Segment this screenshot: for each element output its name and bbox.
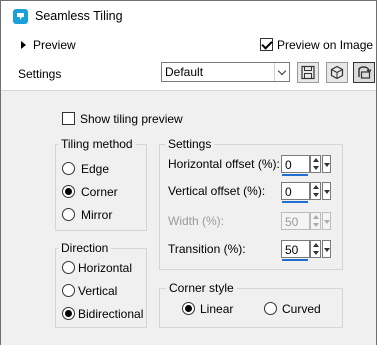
settings-label: Settings (18, 67, 62, 81)
randomize-icon (330, 65, 344, 80)
preview-on-image-label[interactable]: Preview on Image (277, 38, 373, 52)
tiling-edge-radio[interactable] (62, 162, 75, 175)
vertical-offset-input[interactable]: 0 (281, 182, 310, 200)
direction-bidirectional-label[interactable]: Bidirectional (78, 307, 143, 321)
transition-slider[interactable] (282, 259, 308, 261)
horizontal-offset-spinner[interactable] (310, 155, 321, 173)
show-tiling-preview-label[interactable]: Show tiling preview (80, 112, 183, 126)
transition-spinner[interactable] (310, 240, 321, 258)
horizontal-offset-slider[interactable] (282, 174, 308, 176)
expand-triangle-icon[interactable] (21, 41, 26, 49)
save-preset-button[interactable] (297, 62, 319, 83)
width-spinner (310, 212, 321, 230)
horizontal-offset-label: Horizontal offset (%): (168, 157, 280, 171)
save-preset-icon (301, 65, 315, 80)
horizontal-offset-value: 0 (285, 158, 292, 172)
transition-label: Transition (%): (168, 242, 246, 256)
seamless-tiling-dialog: Seamless Tiling Preview Preview on Image… (0, 0, 377, 345)
width-label: Width (%): (168, 214, 225, 228)
vertical-offset-dropdown[interactable] (322, 182, 331, 200)
preview-on-image-checkbox[interactable] (260, 38, 273, 51)
randomize-button[interactable] (326, 62, 348, 83)
horizontal-offset-input[interactable]: 0 (281, 155, 310, 173)
width-dropdown (322, 212, 331, 230)
tiling-corner-radio[interactable] (62, 185, 75, 198)
corner-curved-radio[interactable] (264, 302, 277, 315)
direction-vertical-label[interactable]: Vertical (78, 284, 117, 298)
tiling-corner-label[interactable]: Corner (81, 185, 118, 199)
reset-button[interactable] (353, 62, 375, 83)
chevron-down-icon[interactable] (274, 63, 289, 81)
vertical-offset-slider[interactable] (282, 201, 308, 203)
window-title: Seamless Tiling (35, 9, 123, 23)
corner-curved-label[interactable]: Curved (282, 302, 321, 316)
tiling-method-title: Tiling method (58, 137, 136, 151)
offset-settings-title: Settings (165, 137, 215, 151)
transition-input[interactable]: 50 (281, 240, 310, 258)
width-value: 50 (285, 215, 299, 229)
corner-linear-radio[interactable] (182, 302, 195, 315)
direction-title: Direction (58, 241, 112, 255)
corner-style-title: Corner style (166, 281, 237, 295)
tiling-mirror-label[interactable]: Mirror (81, 208, 112, 222)
width-input: 50 (281, 212, 310, 230)
title-bar: Seamless Tiling (1, 1, 376, 31)
direction-vertical-radio[interactable] (62, 284, 75, 297)
corner-linear-label[interactable]: Linear (200, 302, 233, 316)
seamless-tiling-app-icon (13, 9, 28, 24)
transition-dropdown[interactable] (322, 240, 331, 258)
tiling-mirror-radio[interactable] (62, 208, 75, 221)
direction-bidirectional-radio[interactable] (62, 307, 75, 320)
horizontal-offset-dropdown[interactable] (322, 155, 331, 173)
direction-horizontal-label[interactable]: Horizontal (78, 261, 132, 275)
tiling-edge-label[interactable]: Edge (81, 162, 109, 176)
reset-icon (358, 66, 372, 79)
vertical-offset-spinner[interactable] (310, 182, 321, 200)
vertical-offset-label: Vertical offset (%): (168, 184, 266, 198)
vertical-offset-value: 0 (285, 185, 292, 199)
show-tiling-preview-checkbox[interactable] (62, 112, 75, 125)
transition-value: 50 (285, 243, 299, 257)
preset-dropdown[interactable]: Default (161, 62, 290, 82)
direction-horizontal-radio[interactable] (62, 261, 75, 274)
preview-toggle-label[interactable]: Preview (33, 38, 76, 52)
preset-dropdown-value: Default (165, 65, 204, 79)
